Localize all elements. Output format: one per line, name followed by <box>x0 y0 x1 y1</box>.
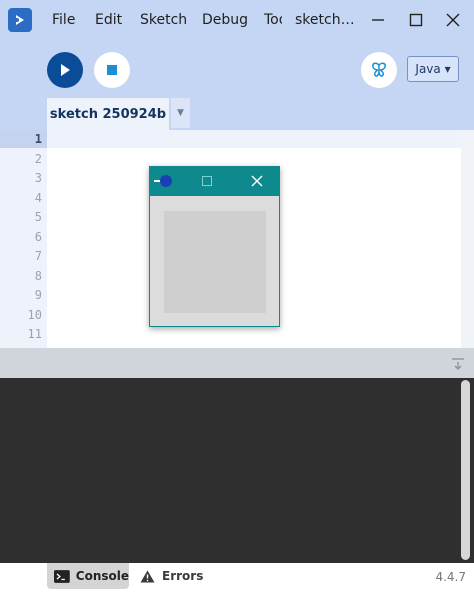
editor-console-splitter[interactable] <box>0 348 474 378</box>
sketch-output-window[interactable] <box>149 166 280 327</box>
console-scrollbar-thumb[interactable] <box>461 380 470 560</box>
debug-button[interactable] <box>361 52 397 88</box>
sketch-close-icon[interactable] <box>249 173 265 189</box>
line-number: 9 <box>34 288 42 302</box>
current-line-highlight <box>47 130 461 148</box>
line-number: 2 <box>34 151 42 166</box>
warning-icon <box>140 570 155 582</box>
tab-menu-dropdown[interactable]: ▼ <box>171 98 190 128</box>
line-number: 7 <box>34 249 42 263</box>
line-number: 4 <box>34 190 42 205</box>
scroll-to-bottom-icon[interactable] <box>451 357 465 371</box>
sketch-maximize-icon[interactable] <box>202 176 212 186</box>
minimize-icon <box>372 19 384 21</box>
mode-selector-dropdown[interactable]: Java ▾ <box>407 56 459 82</box>
tab-console-label: Console <box>75 569 129 583</box>
line-number: 6 <box>34 229 42 244</box>
line-number: 1 <box>34 132 42 146</box>
stop-icon <box>107 65 117 75</box>
menu-file[interactable]: File <box>52 9 75 31</box>
maximize-window-button[interactable] <box>404 8 428 32</box>
play-icon <box>61 64 70 76</box>
menu-edit[interactable]: Edit <box>95 9 122 31</box>
butterfly-debug-icon <box>372 62 386 77</box>
line-number: 3 <box>34 171 42 185</box>
line-number: 11 <box>27 327 42 341</box>
tab-console[interactable]: Console <box>47 563 129 589</box>
editor-scrollbar[interactable] <box>461 130 474 348</box>
terminal-icon <box>54 569 70 583</box>
minimize-window-button[interactable] <box>366 8 390 32</box>
sketch-app-icon <box>160 175 172 187</box>
close-icon <box>446 13 460 27</box>
stop-button[interactable] <box>94 52 130 88</box>
tab-errors[interactable]: Errors <box>137 563 207 589</box>
menu-bar: File Edit Sketch Debug Tools sketch_2509… <box>0 0 474 40</box>
sketch-canvas[interactable] <box>164 211 266 313</box>
line-number: 10 <box>27 307 42 322</box>
tab-sketch-250924b[interactable]: sketch 250924b <box>47 98 169 130</box>
menu-tools[interactable]: Tools <box>264 9 282 31</box>
tab-errors-label: Errors <box>162 569 204 583</box>
window-title: sketch_250924b <box>295 12 359 28</box>
chevron-down-icon: ▼ <box>177 108 184 118</box>
console-output[interactable] <box>0 378 474 563</box>
sketch-window-titlebar[interactable] <box>150 167 279 196</box>
maximize-icon <box>409 13 423 27</box>
menu-debug[interactable]: Debug <box>202 9 248 31</box>
line-number: 8 <box>34 268 42 283</box>
menu-sketch[interactable]: Sketch <box>140 9 187 31</box>
processing-logo-icon <box>8 8 32 32</box>
run-button[interactable] <box>47 52 83 88</box>
line-number: 5 <box>34 210 42 224</box>
close-window-button[interactable] <box>441 8 465 32</box>
version-label: 4.4.7 <box>435 570 466 584</box>
